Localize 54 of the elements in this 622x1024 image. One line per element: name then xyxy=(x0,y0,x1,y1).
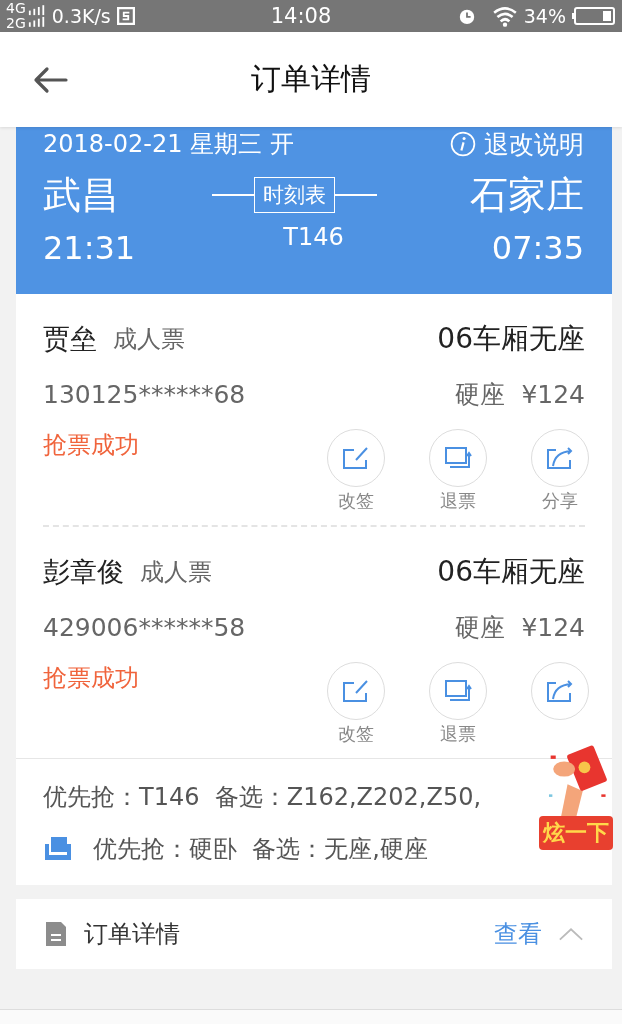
battery-icon xyxy=(572,6,616,26)
action-label: 退票 xyxy=(440,722,476,746)
action-label: 分享 xyxy=(542,489,578,513)
order-status: 抢票成功 xyxy=(43,663,139,694)
battery-percent: 34% xyxy=(523,5,566,27)
timetable-button[interactable]: 时刻表 xyxy=(254,177,335,213)
seat-class: 硬座 xyxy=(455,379,506,411)
action-label: 改签 xyxy=(338,489,374,513)
passenger-name: 彭章俊 xyxy=(43,555,124,589)
page-title: 订单详情 xyxy=(251,60,371,98)
ticket-price: ¥124 xyxy=(521,380,585,409)
carriage-seat: 06车厢无座 xyxy=(437,553,585,591)
action-label: 改签 xyxy=(338,722,374,746)
clock: 14:08 xyxy=(270,4,332,28)
train-number: T146 xyxy=(283,223,344,251)
document-icon xyxy=(44,920,68,948)
network-label: 2G xyxy=(6,16,26,31)
network-speed: 0.3K/s xyxy=(51,5,111,27)
info-icon xyxy=(450,131,476,157)
ticket-type: 成人票 xyxy=(140,557,212,588)
signal-icon xyxy=(27,2,46,30)
id-number: 429006******58 xyxy=(43,613,246,642)
arrival-station: 石家庄 xyxy=(470,171,584,219)
section-title: 订单详情 xyxy=(84,919,180,950)
refund-rules-link[interactable]: 退改说明 xyxy=(484,127,584,161)
seat-preference: 优先抢：硬卧 备选：无座,硬座 xyxy=(93,834,428,865)
edit-icon xyxy=(342,446,370,470)
stacked-cards-icon xyxy=(444,679,472,703)
seat-class: 硬座 xyxy=(455,612,506,644)
wifi-icon xyxy=(491,5,518,27)
app-notification-icon xyxy=(116,7,135,25)
view-link[interactable]: 查看 xyxy=(494,918,542,950)
promo-badge[interactable]: 炫一下 xyxy=(539,816,613,850)
departure-station: 武昌 xyxy=(43,171,119,219)
alarm-icon xyxy=(457,7,476,25)
share-icon xyxy=(546,446,574,470)
train-preference: 优先抢：T146 备选：Z162,Z202,Z50, xyxy=(43,782,483,813)
arrival-time: 07:35 xyxy=(491,229,584,267)
id-number: 130125******68 xyxy=(43,380,246,409)
seat-icon xyxy=(43,836,73,862)
action-label: 退票 xyxy=(440,489,476,513)
edit-icon xyxy=(342,679,370,703)
ticket-price: ¥124 xyxy=(521,613,585,642)
network-label: 4G xyxy=(6,1,26,16)
back-arrow-icon[interactable] xyxy=(32,65,68,94)
travel-date: 2018-02-21 星期三 开 xyxy=(43,129,294,160)
chevron-icon[interactable] xyxy=(558,926,584,942)
share-icon xyxy=(546,679,574,703)
order-status: 抢票成功 xyxy=(43,430,139,461)
ticket-type: 成人票 xyxy=(113,324,185,355)
stacked-cards-icon xyxy=(444,446,472,470)
departure-time: 21:31 xyxy=(43,229,136,267)
carriage-seat: 06车厢无座 xyxy=(437,320,585,358)
passenger-name: 贾垒 xyxy=(43,322,97,356)
